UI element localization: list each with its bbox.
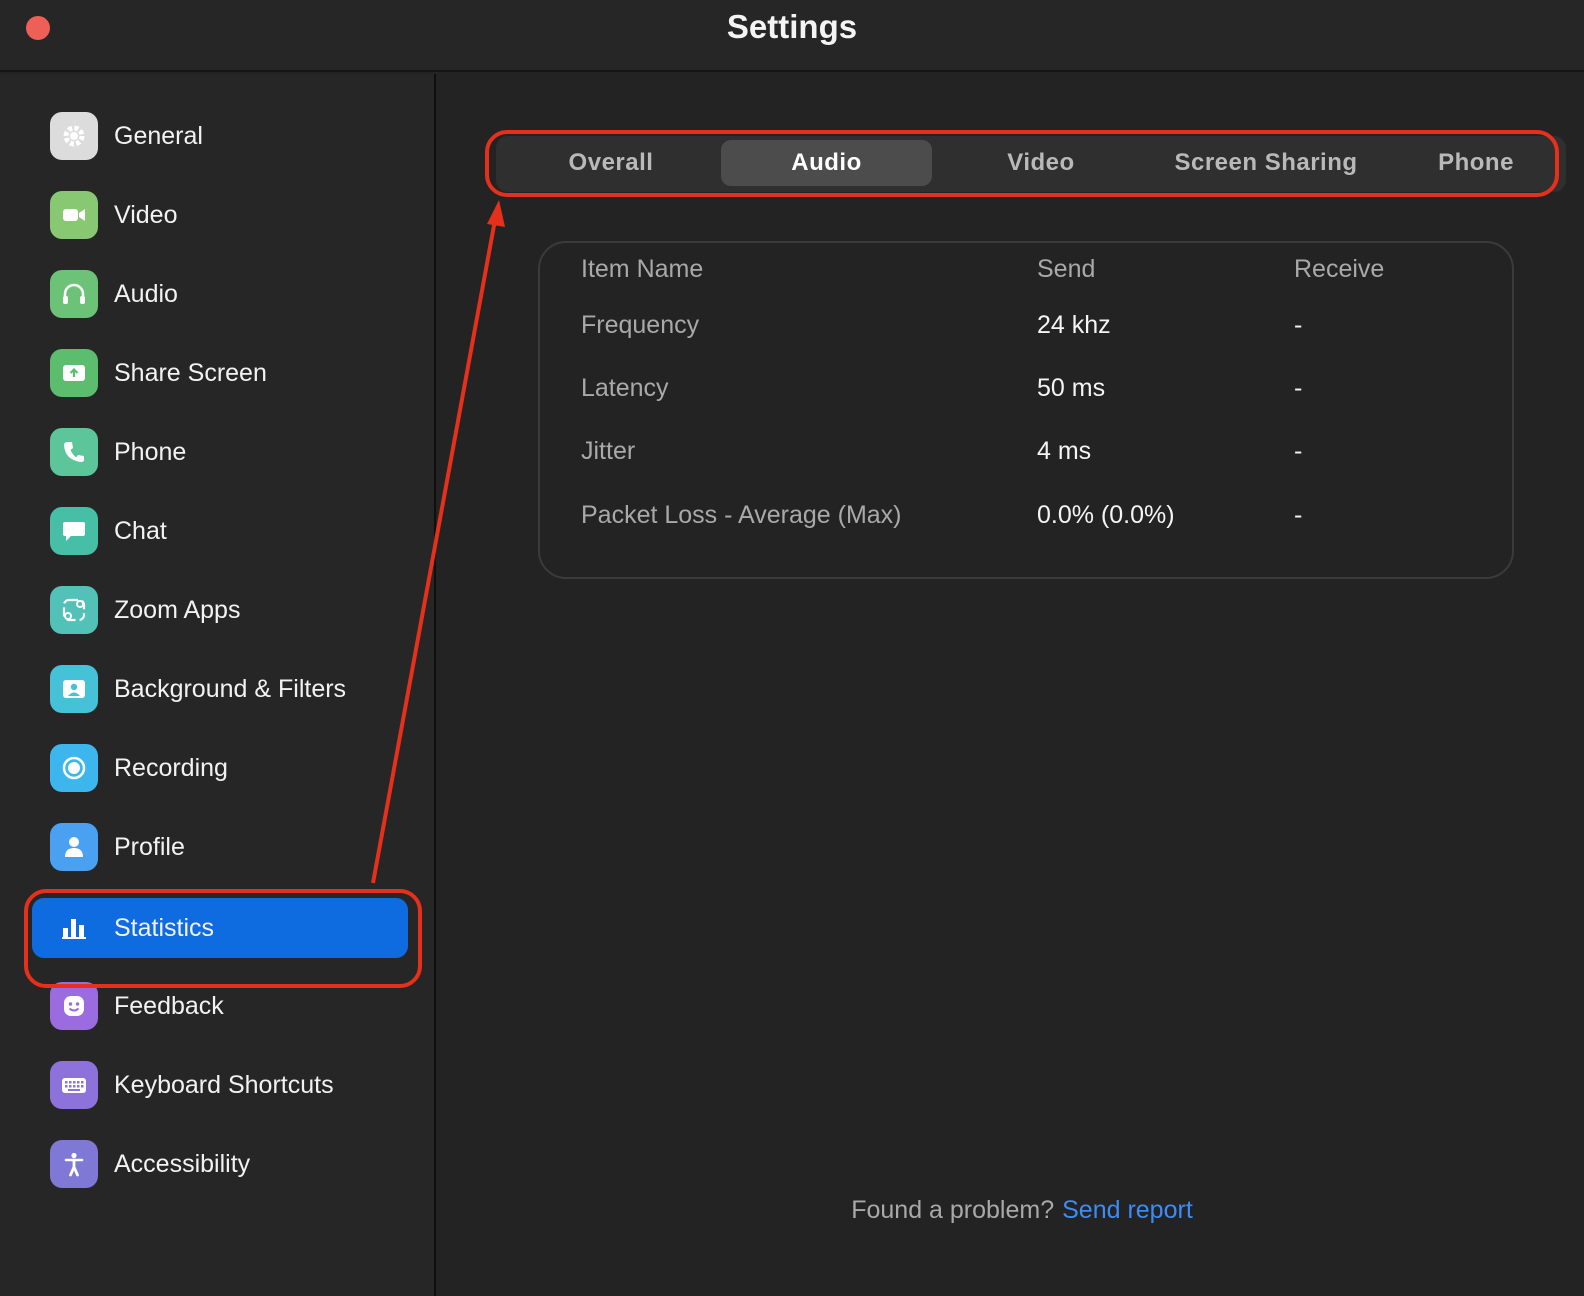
sidebar-item-label: Keyboard Shortcuts — [114, 1070, 334, 1099]
sidebar-item-label: Statistics — [114, 913, 215, 942]
column-header-receive: Receive — [1294, 255, 1385, 283]
tab-overall[interactable]: Overall — [516, 140, 706, 186]
table-row-send: 0.0% (0.0%) — [1037, 501, 1175, 529]
smiley-icon — [50, 982, 98, 1030]
table-row-send: 24 khz — [1037, 311, 1111, 339]
table-row-label: Packet Loss - Average (Max) — [581, 501, 902, 529]
sidebar-item-zoom-apps[interactable]: Zoom Apps — [32, 580, 408, 640]
send-report-link[interactable]: Send report — [1062, 1196, 1193, 1224]
tab-video[interactable]: Video — [946, 140, 1136, 186]
share-screen-icon — [50, 349, 98, 397]
gear-icon — [50, 112, 98, 160]
record-icon — [50, 744, 98, 792]
tab-screen-sharing[interactable]: Screen Sharing — [1146, 140, 1386, 186]
table-row-receive: - — [1294, 311, 1303, 339]
person-icon — [50, 823, 98, 871]
table-row-send: 4 ms — [1037, 437, 1092, 465]
title-bar: Settings — [0, 0, 1584, 72]
headphones-icon — [50, 270, 98, 318]
bar-chart-icon — [50, 904, 98, 952]
table-row-receive: - — [1294, 374, 1303, 402]
sidebar-item-label: Profile — [114, 832, 185, 861]
sidebar-item-chat[interactable]: Chat — [32, 501, 408, 561]
sidebar-item-label: Zoom Apps — [114, 595, 241, 624]
tab-audio[interactable]: Audio — [721, 140, 932, 186]
table-row-receive: - — [1294, 437, 1303, 465]
column-header-send: Send — [1037, 255, 1096, 283]
accessibility-icon — [50, 1140, 98, 1188]
sidebar-item-background-filters[interactable]: Background & Filters — [32, 659, 408, 719]
sidebar-item-feedback[interactable]: Feedback — [32, 976, 408, 1036]
sidebar-item-label: Video — [114, 200, 178, 229]
sidebar-item-label: Feedback — [114, 991, 224, 1020]
keyboard-icon — [50, 1061, 98, 1109]
sidebar-item-label: Phone — [114, 437, 187, 466]
table-row-label: Frequency — [581, 311, 700, 339]
statistics-panel: Overall Audio Video Screen Sharing Phone… — [438, 74, 1584, 1296]
sidebar-item-video[interactable]: Video — [32, 185, 408, 245]
sidebar-item-share-screen[interactable]: Share Screen — [32, 343, 408, 403]
sidebar-item-label: General — [114, 121, 203, 150]
table-row-receive: - — [1294, 501, 1303, 529]
sidebar-item-phone[interactable]: Phone — [32, 422, 408, 482]
audio-statistics-table: Item Name Send Receive Frequency 24 khz … — [538, 241, 1514, 579]
sidebar-item-label: Chat — [114, 516, 167, 545]
sidebar-item-recording[interactable]: Recording — [32, 738, 408, 798]
sidebar-item-label: Audio — [114, 279, 178, 308]
sidebar-item-keyboard-shortcuts[interactable]: Keyboard Shortcuts — [32, 1055, 408, 1115]
sidebar-item-accessibility[interactable]: Accessibility — [32, 1134, 408, 1194]
column-header-item-name: Item Name — [581, 255, 704, 283]
sidebar-item-label: Recording — [114, 753, 228, 782]
window-title: Settings — [726, 8, 858, 45]
phone-icon — [50, 428, 98, 476]
sidebar-item-audio[interactable]: Audio — [32, 264, 408, 324]
table-row-send: 50 ms — [1037, 374, 1106, 402]
report-problem-footer: Found a problem? Send report — [438, 1196, 1584, 1225]
sidebar-item-label: Background & Filters — [114, 674, 347, 703]
sidebar-item-general[interactable]: General — [32, 106, 408, 166]
apps-icon — [50, 586, 98, 634]
found-problem-text: Found a problem? — [851, 1196, 1055, 1224]
sidebar-item-label: Share Screen — [114, 358, 267, 387]
sidebar-item-label: Accessibility — [114, 1149, 251, 1178]
tab-phone[interactable]: Phone — [1396, 140, 1556, 186]
table-row-label: Jitter — [581, 437, 636, 465]
background-portrait-icon — [50, 665, 98, 713]
sidebar-item-profile[interactable]: Profile — [32, 817, 408, 877]
statistics-tab-bar: Overall Audio Video Screen Sharing Phone — [496, 136, 1566, 192]
settings-sidebar: General Video Audio Share Screen Phone C… — [0, 74, 436, 1296]
video-camera-icon — [50, 191, 98, 239]
chat-bubble-icon — [50, 507, 98, 555]
sidebar-item-statistics[interactable]: Statistics — [32, 898, 408, 958]
table-row-label: Latency — [581, 374, 669, 402]
